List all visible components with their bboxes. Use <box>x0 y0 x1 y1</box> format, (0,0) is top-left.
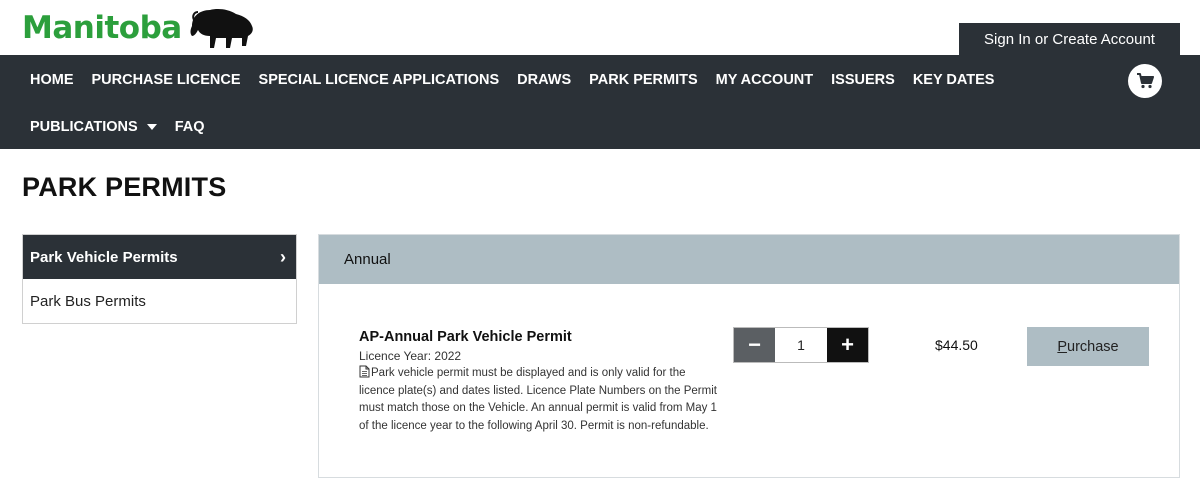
bison-icon <box>190 9 253 48</box>
plus-icon: + <box>841 332 854 357</box>
nav-home[interactable]: HOME <box>30 72 74 88</box>
nav-row-secondary: PUBLICATIONS FAQ <box>30 115 223 139</box>
minus-icon: − <box>748 332 761 357</box>
sign-in-button[interactable]: Sign In or Create Account <box>959 23 1180 55</box>
sidebar-item-park-vehicle-permits[interactable]: Park Vehicle Permits › <box>23 235 296 279</box>
nav-faq[interactable]: FAQ <box>175 119 205 135</box>
chevron-right-icon: › <box>280 246 286 267</box>
nav-key-dates[interactable]: KEY DATES <box>913 72 995 88</box>
sidebar-item-park-bus-permits[interactable]: Park Bus Permits <box>23 279 296 323</box>
permit-price: $44.50 <box>935 337 978 353</box>
nav-draws[interactable]: DRAWS <box>517 72 571 88</box>
brand-name: Manitoba <box>22 10 182 46</box>
nav-publications[interactable]: PUBLICATIONS <box>30 119 157 135</box>
brand-logo[interactable]: Manitoba <box>22 2 256 54</box>
decrement-button[interactable]: − <box>734 328 775 362</box>
caret-down-icon <box>146 124 157 130</box>
product-title: AP-Annual Park Vehicle Permit <box>359 329 572 345</box>
panel-heading: Annual <box>319 235 1179 284</box>
product-info: AP-Annual Park Vehicle Permit Licence Ye… <box>359 329 719 435</box>
quantity-stepper: − + <box>733 327 869 363</box>
nav-publications-label: PUBLICATIONS <box>30 119 138 135</box>
nav-my-account[interactable]: MY ACCOUNT <box>716 72 813 88</box>
sidebar-item-label: Park Vehicle Permits <box>30 248 178 266</box>
purchase-label: urchase <box>1067 338 1119 355</box>
permit-panel: Annual AP-Annual Park Vehicle Permit Lic… <box>318 234 1180 478</box>
sidebar-item-label: Park Bus Permits <box>30 292 146 310</box>
quantity-input[interactable] <box>775 328 827 362</box>
increment-button[interactable]: + <box>827 328 868 362</box>
nav-special-licence-applications[interactable]: SPECIAL LICENCE APPLICATIONS <box>259 72 500 88</box>
licence-year: Licence Year: 2022 <box>359 349 462 363</box>
nav-park-permits[interactable]: PARK PERMITS <box>589 72 698 88</box>
sidebar: Park Vehicle Permits › Park Bus Permits <box>22 234 297 324</box>
page-title: PARK PERMITS <box>22 172 227 202</box>
nav-issuers[interactable]: ISSUERS <box>831 72 895 88</box>
cart-icon <box>1137 73 1154 89</box>
purchase-button[interactable]: Purchase <box>1027 327 1149 366</box>
main-nav: HOME PURCHASE LICENCE SPECIAL LICENCE AP… <box>0 55 1200 149</box>
document-icon <box>359 365 370 378</box>
nav-row-primary: HOME PURCHASE LICENCE SPECIAL LICENCE AP… <box>30 68 1012 92</box>
purchase-accesskey: P <box>1057 338 1068 355</box>
product-description: Park vehicle permit must be displayed an… <box>359 365 719 435</box>
nav-purchase-licence[interactable]: PURCHASE LICENCE <box>92 72 241 88</box>
description-text: Park vehicle permit must be displayed an… <box>359 367 717 432</box>
cart-button[interactable] <box>1128 64 1162 98</box>
